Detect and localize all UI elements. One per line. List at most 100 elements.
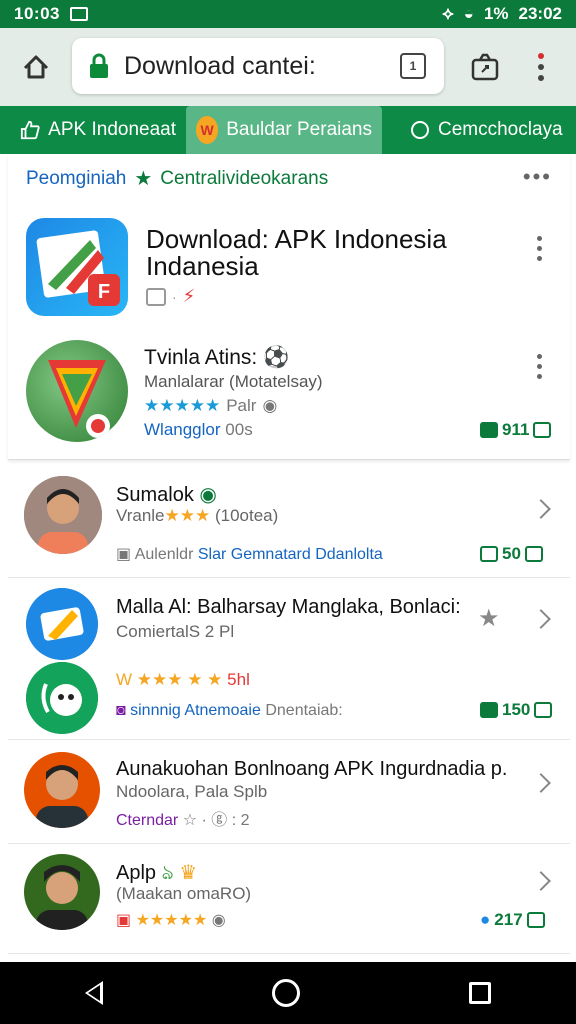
thumb-icon: ● [480, 910, 491, 929]
menu-dot-icon [536, 246, 542, 251]
section-title: Peomginiah [26, 167, 127, 189]
chevron-right-icon[interactable] [531, 499, 551, 519]
battery-percent: 1% [483, 4, 509, 23]
app-icon-tvinla[interactable] [26, 340, 128, 442]
row-meta-link[interactable]: Slar Gemnatard Ddanlolta [198, 546, 383, 563]
app-rating: ★★★★★ Palr ◉ [144, 396, 277, 416]
chart-icon [534, 702, 553, 718]
browser-toolbar: Download cantei: 1 [0, 28, 576, 106]
count-value: 217 [494, 910, 523, 929]
app-menu-button[interactable] [534, 354, 544, 379]
home-button[interactable] [16, 47, 56, 87]
tab-label: Cemcchoclaya [438, 119, 563, 140]
menu-dot-icon [538, 64, 544, 70]
person-photo-icon [24, 476, 102, 554]
avatar [24, 476, 102, 554]
download-count: 50 [480, 544, 543, 564]
image-icon: ▣ [116, 546, 132, 563]
list-item[interactable]: Aplp ঌ ♛ (Maakan omaRO) ▣ ★★★★★ ◉ ● 217 [8, 844, 570, 954]
gallery-notification-icon [69, 7, 88, 21]
count-value: 150 [502, 700, 531, 719]
menu-dot-icon [538, 75, 544, 81]
star-icon[interactable]: ★ [478, 604, 500, 633]
app-logo-icon [48, 360, 110, 438]
app-title-text: Tvinla Atins: [144, 346, 258, 369]
download-count: ● 217 [480, 910, 545, 930]
row-subtitle: Ndoolara, Pala Splb [116, 782, 268, 801]
app-meta-link[interactable]: Wlangglor [144, 420, 221, 439]
overflow-menu-button[interactable] [526, 48, 556, 86]
list-item[interactable]: Aunakuohan Bonlnoang APK Ingurdnadia p. … [8, 740, 570, 844]
rating-text: Palr [226, 396, 257, 415]
avatar [24, 752, 100, 828]
wifi-icon: ◒ [463, 4, 474, 23]
brand-logo-icon: W [196, 116, 219, 144]
main-content: Peomginiah ★ Centralivideokarans ••• F D… [8, 154, 570, 962]
svg-text:F: F [98, 281, 110, 303]
row-rating: W ★★★ ★ ★ 5hl [116, 670, 250, 690]
row-meta: Cterndar ☆ · ⓖ : 2 [116, 806, 250, 830]
row-subtitle-suffix: (10otea) [214, 506, 279, 525]
list-item[interactable]: Sumalok ◉ Vranle★★★ (10otea) ▣ Aulenldr … [8, 460, 570, 578]
app-title[interactable]: Tvinla Atins: ⚽ [144, 346, 289, 370]
featured-app-menu-button[interactable] [534, 236, 544, 261]
row-meta-text: Aulenldr [134, 546, 194, 563]
menu-dot-icon [536, 236, 542, 241]
person-photo-icon [24, 854, 100, 930]
share-icon [471, 53, 499, 81]
row-meta-link[interactable]: Cterndar [116, 812, 178, 829]
recents-button[interactable] [469, 982, 492, 1004]
instagram-icon: ◙ [116, 702, 126, 719]
home-nav-button[interactable] [271, 979, 300, 1007]
row-title: Malla Al: Balharsay Manglaka, Bonlaci: [116, 596, 461, 618]
tab-switcher-button[interactable]: 1 [400, 53, 426, 79]
image-icon [146, 287, 166, 306]
row-meta-link[interactable]: sinnnig Atnemoaie [130, 702, 261, 719]
status-time-left: 10:03 [14, 4, 60, 23]
chevron-right-icon[interactable] [531, 773, 551, 793]
app-subtitle: Manlalarar (Motatelsay) [144, 372, 323, 391]
person-photo-icon [24, 752, 100, 828]
download-count: 911 [480, 420, 552, 440]
chart-icon [524, 546, 543, 562]
category-tabs: APK Indoneaat W Bauldar Peraians Cemccho… [0, 106, 576, 154]
download-count: 150 [480, 700, 553, 720]
soccer-ball-icon: ⚽ [263, 346, 290, 369]
app-logo-icon [26, 662, 98, 734]
chevron-right-icon[interactable] [531, 871, 551, 891]
section-subtitle: Centralivideokarans [160, 167, 329, 189]
status-clock: 23:02 [518, 4, 562, 23]
featured-app-title[interactable]: Download: APK Indonesia Indanesia [146, 226, 506, 280]
row-meta-text: Dnentaiab: [265, 702, 343, 719]
chart-icon [533, 422, 552, 438]
featured-card: Peomginiah ★ Centralivideokarans ••• F D… [8, 154, 570, 460]
share-button[interactable] [466, 48, 504, 86]
chevron-right-icon[interactable] [531, 609, 551, 629]
rating-stars: ★★★★★ [135, 912, 208, 929]
verified-icon: ◉ [199, 484, 217, 506]
row-title-text: Aplp [116, 862, 157, 884]
row-title: Aunakuohan Bonlnoang APK Ingurdnadia p. [116, 758, 508, 780]
back-button[interactable] [84, 981, 103, 1005]
system-navigation-bar [0, 962, 576, 1024]
app-meta: Wlangglor 00s [144, 420, 253, 440]
featured-app-icon[interactable]: F [26, 218, 128, 316]
list-item[interactable]: Malla Al: Balharsay Manglaka, Bonlaci: C… [8, 578, 570, 740]
row-title-text: Sumalok [116, 484, 194, 506]
section-header: Peomginiah ★ Centralivideokarans [26, 166, 328, 191]
more-options-button[interactable]: ••• [523, 164, 552, 190]
menu-dot-icon [538, 53, 544, 59]
app-logo-icon: F [36, 230, 120, 306]
count-value: 911 [502, 420, 530, 439]
url-text[interactable]: Download cantei: [124, 52, 400, 81]
tab-bauldar-peraians[interactable]: W Bauldar Peraians [186, 106, 382, 154]
tab-apk-indonesia[interactable]: APK Indoneaat [0, 106, 186, 154]
flash-icon: ⚡ [182, 286, 196, 306]
count-value: 50 [502, 544, 521, 563]
rating-stars: ★★★ [164, 506, 211, 525]
chart-icon [526, 912, 545, 928]
address-bar[interactable]: Download cantei: 1 [72, 38, 444, 94]
lock-icon [90, 53, 108, 78]
tab-cemcchoclaya[interactable]: Cemcchoclaya [382, 106, 576, 154]
download-icon [480, 702, 498, 718]
